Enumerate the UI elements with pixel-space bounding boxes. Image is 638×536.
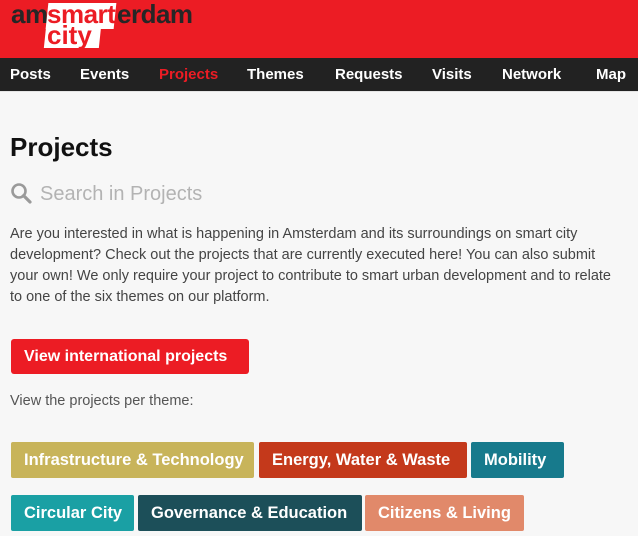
search-input[interactable] <box>40 178 600 210</box>
nav-events[interactable]: Events <box>80 58 129 92</box>
theme-circular-city[interactable]: Circular City <box>11 495 134 531</box>
main-nav: Posts Events Projects Themes Requests Vi… <box>0 58 638 92</box>
nav-posts[interactable]: Posts <box>10 58 51 92</box>
logo-text-erdam: erdam <box>117 0 193 29</box>
nav-projects[interactable]: Projects <box>159 58 218 92</box>
nav-visits[interactable]: Visits <box>432 58 472 92</box>
theme-citizens-living[interactable]: Citizens & Living <box>365 495 524 531</box>
nav-themes[interactable]: Themes <box>247 58 304 92</box>
nav-map[interactable]: Map <box>596 58 626 92</box>
amsterdam-smart-city-logo[interactable]: am smart city erdam <box>11 0 193 50</box>
theme-mobility[interactable]: Mobility <box>471 442 564 478</box>
top-bar: am smart city erdam <box>0 0 638 58</box>
logo-text-city: city <box>47 20 92 50</box>
nav-network[interactable]: Network <box>502 58 561 92</box>
intro-text: Are you interested in what is happening … <box>10 226 611 305</box>
per-theme-label: View the projects per theme: <box>10 393 194 409</box>
search-bar <box>10 178 610 210</box>
theme-governance-education[interactable]: Governance & Education <box>138 495 362 531</box>
logo-text-am: am <box>11 0 48 29</box>
theme-infrastructure-technology[interactable]: Infrastructure & Technology <box>11 442 254 478</box>
nav-requests[interactable]: Requests <box>335 58 403 92</box>
page-title: Projects <box>10 132 113 162</box>
theme-energy-water-waste[interactable]: Energy, Water & Waste <box>259 442 467 478</box>
view-international-projects-button[interactable]: View international projects <box>11 339 249 374</box>
search-icon[interactable] <box>10 182 32 204</box>
